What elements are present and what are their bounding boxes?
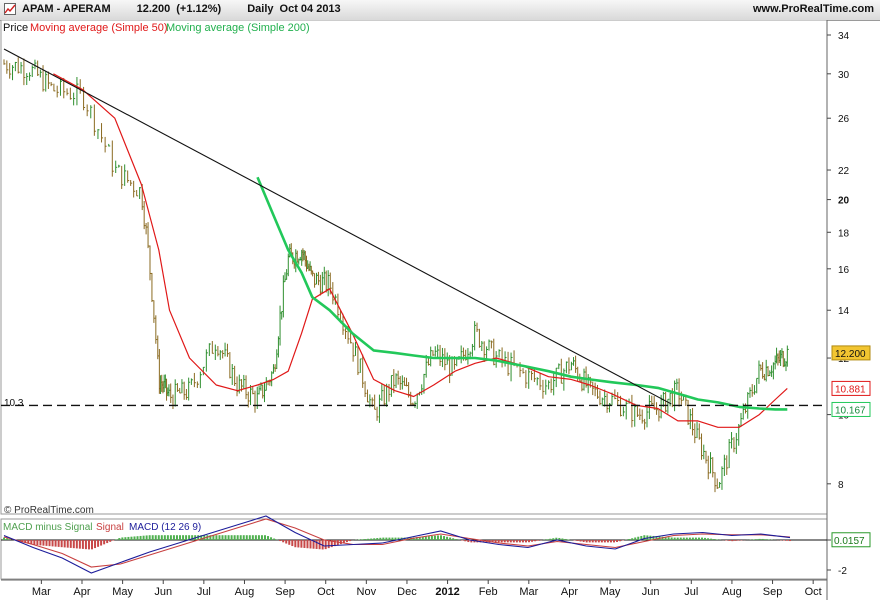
- chart-app-icon: [4, 3, 16, 15]
- time-axis-label: Oct: [317, 586, 334, 598]
- legend-ma50: Moving average (Simple 50): [30, 22, 168, 34]
- watermark: © ProRealTime.com: [4, 505, 94, 516]
- price-axis-label: 8: [838, 480, 844, 491]
- macd-value-label: 0.0157: [834, 536, 865, 547]
- last-price: 12.200: [136, 3, 171, 15]
- time-axis-label: May: [600, 586, 621, 598]
- price-value-label: 12.200: [835, 349, 866, 360]
- macd-panel: [0, 518, 828, 580]
- macd-legend-macd: MACD (12 26 9): [129, 522, 201, 533]
- price-axis-label: 22: [838, 166, 850, 177]
- time-axis: Mar Apr May Jun Jul Aug Sep Oct Nov Dec 2012 Feb Mar…: [1, 579, 827, 598]
- time-axis-label: Sep: [275, 586, 295, 598]
- time-axis-label: Apr: [73, 586, 90, 598]
- price-axis-label: 16: [838, 265, 850, 276]
- time-axis-label: Jul: [684, 586, 698, 598]
- legend-price: Price: [3, 22, 28, 34]
- ma50-value-label: 10.881: [835, 384, 866, 395]
- time-axis-label: Jul: [197, 586, 211, 598]
- title-bar: APAM - APERAM 12.200 (+1.12%) Daily Oct …: [0, 0, 880, 21]
- macd-axis: -2 0.0157: [827, 532, 871, 577]
- time-axis-label: Aug: [235, 586, 255, 598]
- macd-axis-label: -2: [838, 566, 847, 577]
- price-axis-label: 14: [838, 306, 850, 317]
- source-link[interactable]: www.ProRealTime.com: [753, 3, 874, 15]
- instrument-name: APAM - APERAM: [22, 3, 111, 15]
- time-axis-label: Feb: [479, 586, 498, 598]
- legend-ma200: Moving average (Simple 200): [166, 22, 310, 34]
- time-axis-label: Mar: [32, 586, 51, 598]
- quote-date: Oct 04 2013: [279, 3, 341, 15]
- instrument-info: APAM - APERAM 12.200 (+1.12%) Daily Oct …: [4, 3, 341, 15]
- time-axis-label: Oct: [805, 586, 822, 598]
- price-axis-label: 18: [838, 228, 850, 239]
- macd-legend-hist: MACD minus Signal: [3, 522, 92, 533]
- time-axis-label: 2012: [435, 586, 459, 598]
- time-axis-label: Mar: [519, 586, 538, 598]
- ma200-value-label: 10.167: [835, 405, 866, 416]
- period: Daily: [247, 3, 274, 15]
- price-axis-label: 26: [838, 114, 850, 125]
- time-axis-label: Aug: [722, 586, 742, 598]
- price-change: (+1.12%): [176, 3, 222, 15]
- time-axis-label: Dec: [397, 586, 417, 598]
- time-axis-label: Nov: [357, 586, 377, 598]
- macd-legend-signal: Signal: [96, 522, 124, 533]
- price-axis: 81012141618202226303412.20010.88110.167: [827, 31, 871, 491]
- support-label: 10.3: [4, 398, 24, 409]
- time-axis-label: Apr: [561, 586, 578, 598]
- price-axis-label: 30: [838, 70, 850, 81]
- time-axis-label: Sep: [763, 586, 783, 598]
- time-axis-label: May: [112, 586, 133, 598]
- chart-canvas: 81012141618202226303412.20010.88110.167 …: [0, 20, 871, 600]
- price-axis-label: 20: [838, 196, 850, 207]
- price-axis-label: 34: [838, 31, 850, 42]
- time-axis-label: Jun: [642, 586, 660, 598]
- time-axis-label: Jun: [154, 586, 172, 598]
